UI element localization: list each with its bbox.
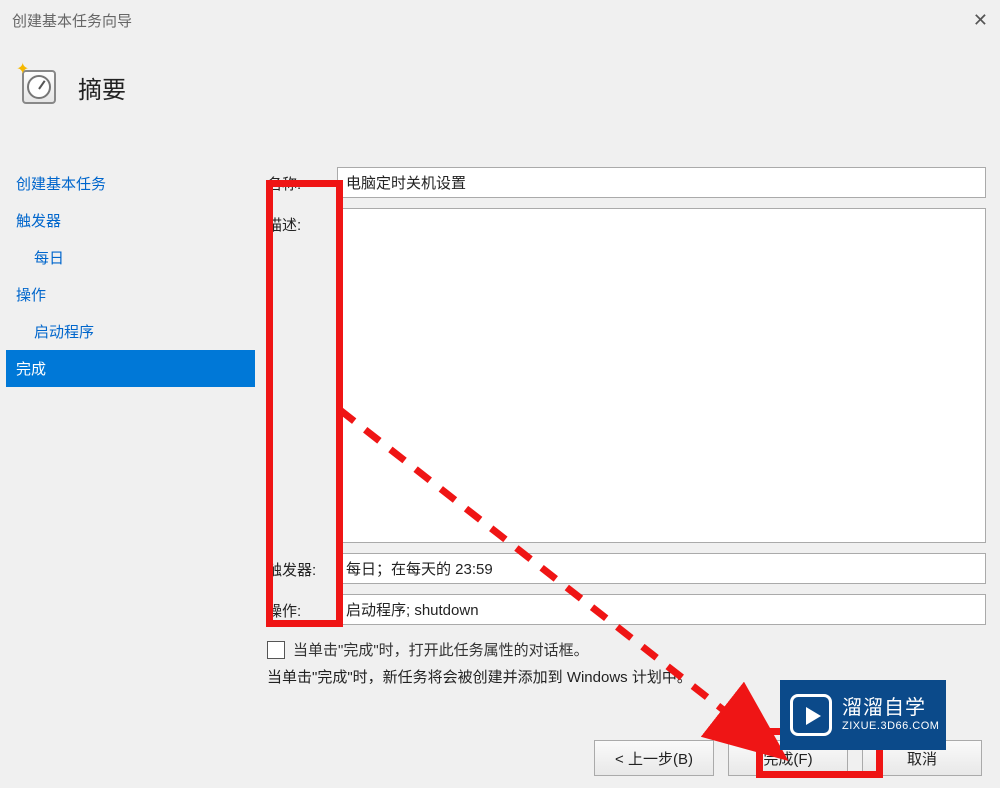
titlebar: 创建基本任务向导 ✕ [0,0,1000,40]
trigger-label: 触发器: [267,553,337,580]
open-properties-checkbox-row[interactable]: 当单击"完成"时，打开此任务属性的对话框。 [267,639,986,660]
action-value[interactable] [337,594,986,625]
sidebar-item-5[interactable]: 完成 [6,350,255,387]
back-button[interactable]: < 上一步(B) [594,740,714,776]
name-input[interactable] [337,167,986,198]
sidebar-item-3[interactable]: 操作 [6,276,255,313]
watermark-title: 溜溜自学 [842,696,939,720]
checkbox-label: 当单击"完成"时，打开此任务属性的对话框。 [293,639,589,660]
checkbox-icon[interactable] [267,641,285,659]
trigger-value[interactable] [337,553,986,584]
name-label: 名称: [267,167,337,194]
description-label: 描述: [267,208,337,235]
page-title: 摘要 [78,70,126,105]
window-title: 创建基本任务向导 [12,10,948,31]
action-label: 操作: [267,594,337,621]
watermark-badge: 溜溜自学 ZIXUE.3D66.COM [780,680,946,750]
content-area: 创建基本任务触发器每日操作启动程序完成 名称: 描述: 触发器: 操作: 当单击… [0,155,1000,718]
play-icon [790,694,832,736]
description-textarea[interactable] [337,208,986,543]
close-icon[interactable]: ✕ [948,10,988,31]
clock-schedule-icon: ✦ [18,64,58,104]
summary-panel: 名称: 描述: 触发器: 操作: 当单击"完成"时，打开此任务属性的对话框。 当… [255,155,1000,718]
wizard-header: ✦ 摘要 [0,40,1000,155]
sidebar-item-4[interactable]: 启动程序 [6,313,255,350]
sidebar-item-1[interactable]: 触发器 [6,202,255,239]
sidebar-item-2[interactable]: 每日 [6,239,255,276]
wizard-sidebar: 创建基本任务触发器每日操作启动程序完成 [0,155,255,718]
watermark-subtitle: ZIXUE.3D66.COM [842,720,939,733]
sidebar-item-0[interactable]: 创建基本任务 [6,165,255,202]
